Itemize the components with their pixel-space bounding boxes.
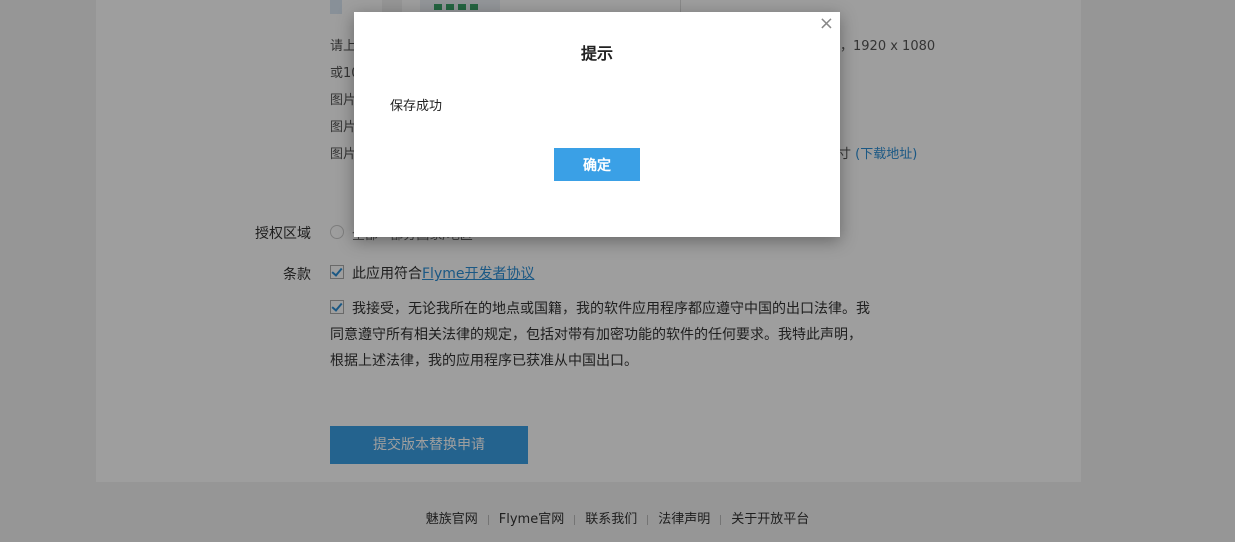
dialog-title: 提示 bbox=[580, 44, 613, 63]
alert-dialog: × 提示 保存成功 确定 bbox=[354, 12, 840, 237]
confirm-button[interactable]: 确定 bbox=[554, 148, 640, 181]
close-icon[interactable]: × bbox=[819, 13, 834, 34]
dialog-message: 保存成功 bbox=[390, 99, 443, 114]
